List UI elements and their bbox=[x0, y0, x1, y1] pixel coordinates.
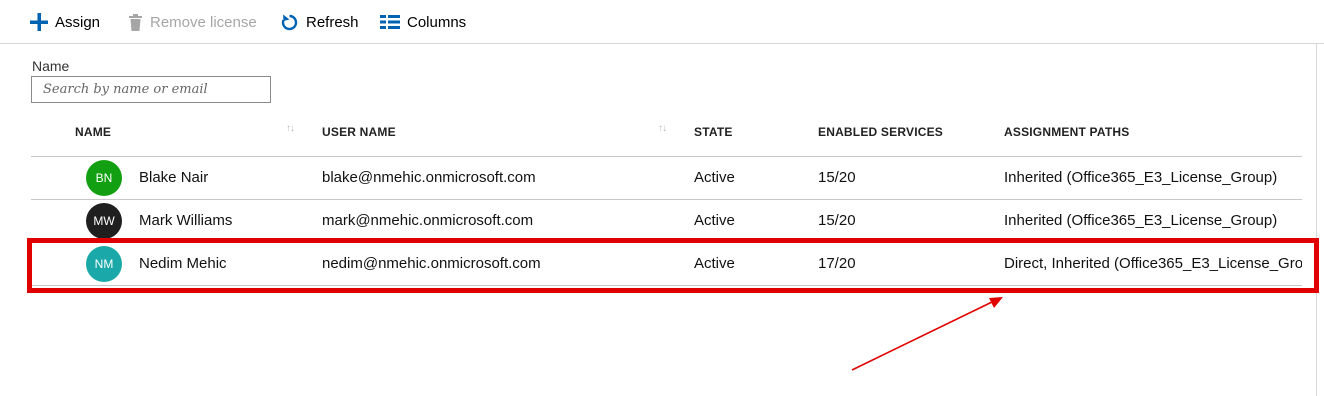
annotation-arrow bbox=[851, 297, 1003, 371]
